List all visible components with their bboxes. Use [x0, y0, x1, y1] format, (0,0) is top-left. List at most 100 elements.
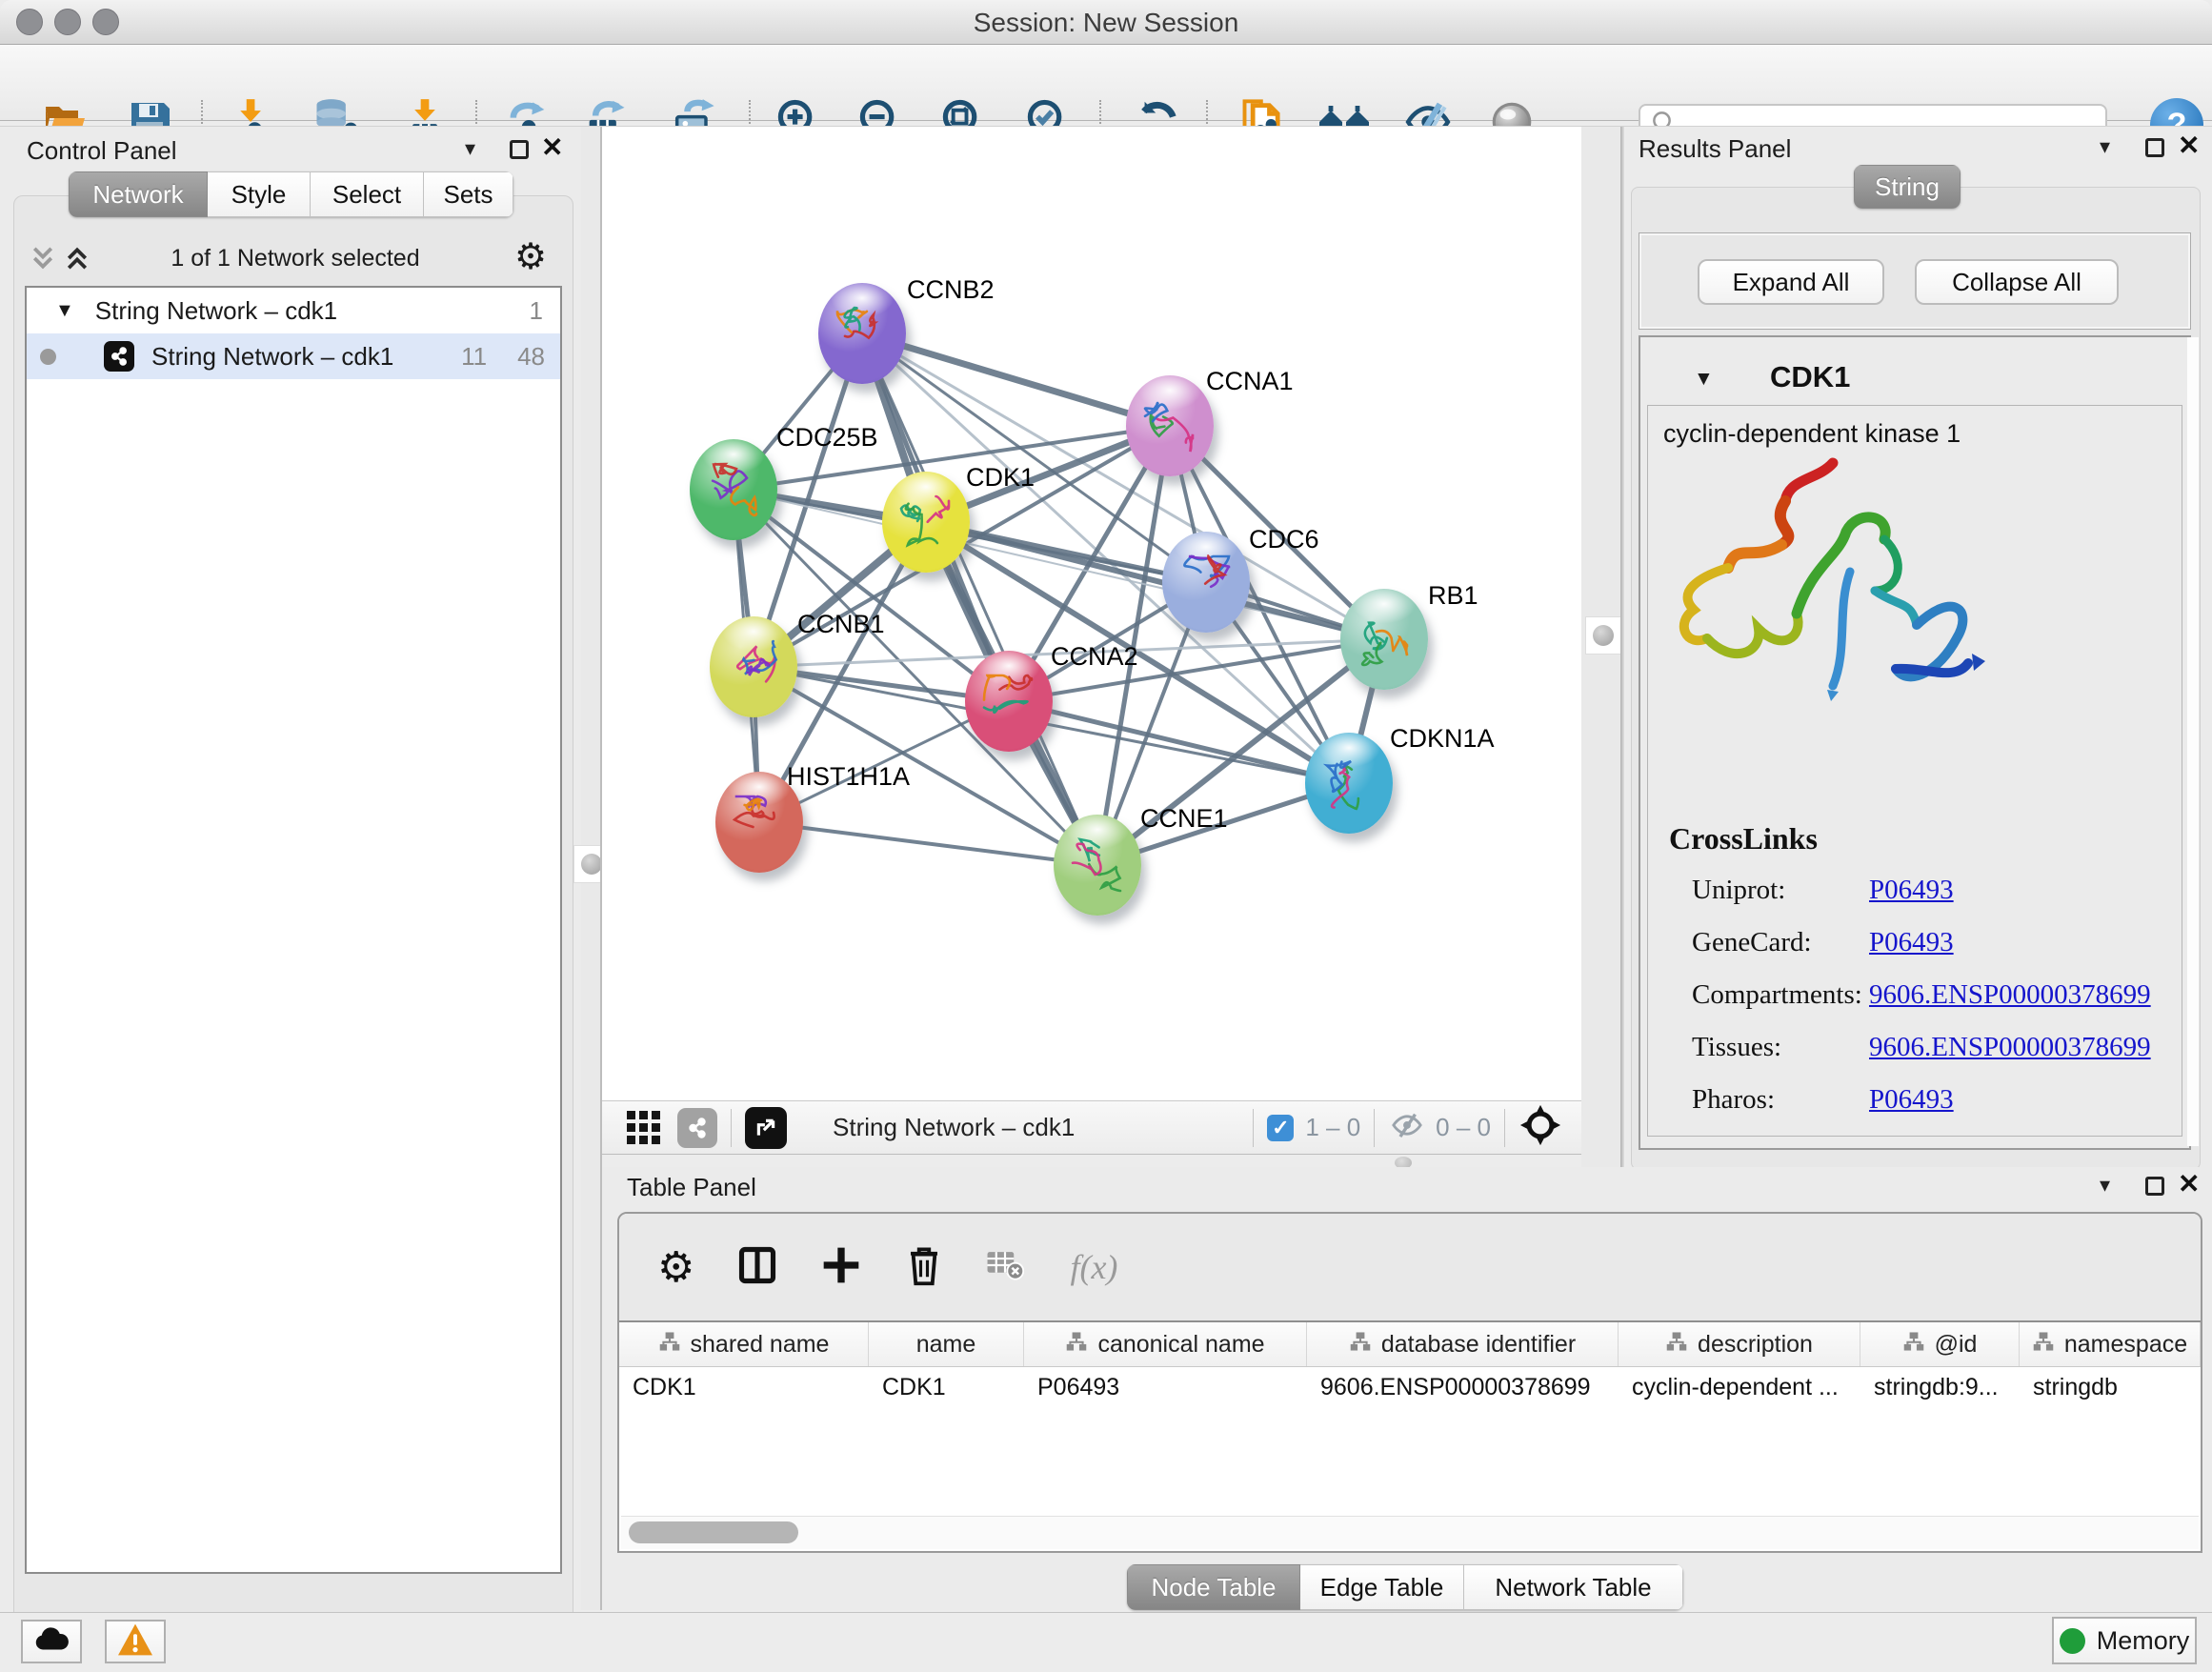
- string-network-icon: [104, 341, 134, 372]
- gene-description: cyclin-dependent kinase 1: [1663, 419, 1961, 449]
- column-header[interactable]: description: [1619, 1322, 1860, 1366]
- table-hscrollbar-thumb[interactable]: [629, 1521, 798, 1543]
- table-gear-icon[interactable]: ⚙: [657, 1243, 694, 1292]
- detach-view-button[interactable]: [745, 1107, 787, 1149]
- delete-table-icon[interactable]: [986, 1249, 1024, 1286]
- table-cell[interactable]: stringdb:9...: [1860, 1367, 2020, 1407]
- table-rows: CDK1CDK1P064939606.ENSP00000378699cyclin…: [619, 1367, 2201, 1407]
- column-header[interactable]: name: [869, 1322, 1024, 1366]
- expand-all-networks-icon[interactable]: [63, 243, 91, 278]
- crosslink-link[interactable]: P06493: [1869, 1084, 1954, 1116]
- tree-expand-icon[interactable]: ▼: [55, 300, 74, 322]
- grid-view-icon[interactable]: [627, 1111, 660, 1144]
- network-options-gear-icon[interactable]: ⚙: [514, 235, 547, 278]
- column-header[interactable]: canonical name: [1024, 1322, 1307, 1366]
- share-view-icon[interactable]: [677, 1108, 717, 1148]
- tab-sets[interactable]: Sets: [424, 171, 513, 217]
- tab-string[interactable]: String: [1854, 165, 1961, 209]
- table-cell[interactable]: cyclin-dependent ...: [1619, 1367, 1860, 1407]
- table-row[interactable]: CDK1CDK1P064939606.ENSP00000378699cyclin…: [619, 1367, 2201, 1407]
- protein-structure-thumb: [1357, 612, 1411, 671]
- column-header[interactable]: namespace: [2020, 1322, 2201, 1366]
- show-columns-icon[interactable]: [736, 1244, 778, 1291]
- network-edge[interactable]: [862, 333, 1170, 426]
- table-panel-close-icon[interactable]: ✕: [2178, 1173, 2200, 1196]
- expand-all-button[interactable]: Expand All: [1698, 259, 1884, 305]
- control-panel-menu-icon[interactable]: ▾: [465, 138, 475, 159]
- protein-structure-image: [1669, 450, 1993, 735]
- network-node-ccne1[interactable]: [1054, 815, 1141, 916]
- table-panel-float-icon[interactable]: [2145, 1177, 2164, 1196]
- tab-network-table[interactable]: Network Table: [1464, 1564, 1683, 1610]
- network-node-cdc6[interactable]: [1162, 532, 1250, 633]
- network-canvas[interactable]: CCNB2CCNA1CDC25BCDK1CDC6RB1CCNB1CCNA2CDK…: [602, 127, 1581, 1100]
- table-cell[interactable]: P06493: [1024, 1367, 1307, 1407]
- results-scrollbar-track[interactable]: [2187, 337, 2199, 1146]
- column-type-icon: [658, 1331, 681, 1359]
- node-label-ccnb2: CCNB2: [907, 275, 995, 305]
- memory-button[interactable]: Memory: [2052, 1617, 2197, 1664]
- column-header[interactable]: shared name: [619, 1322, 869, 1366]
- network-node-ccna2[interactable]: [965, 651, 1053, 752]
- collapse-all-networks-icon[interactable]: [29, 243, 57, 278]
- network-node-cdc25b[interactable]: [690, 439, 777, 540]
- status-bar: [0, 1612, 2212, 1672]
- control-panel-float-icon[interactable]: [510, 140, 529, 159]
- control-panel-close-icon[interactable]: ✕: [541, 136, 563, 159]
- hidden-eye-slash-icon[interactable]: [1388, 1109, 1426, 1146]
- right-splitter-handle[interactable]: [1585, 616, 1621, 655]
- network-node-ccna1[interactable]: [1126, 375, 1214, 476]
- results-panel-close-icon[interactable]: ✕: [2178, 134, 2200, 157]
- table-cell[interactable]: 9606.ENSP00000378699: [1307, 1367, 1619, 1407]
- control-panel: Control Panel ▾ ✕ Network Style Select S…: [0, 127, 581, 1610]
- table-cell[interactable]: CDK1: [869, 1367, 1024, 1407]
- table-hscrollbar[interactable]: [621, 1516, 2199, 1549]
- selected-checkbox[interactable]: ✓: [1267, 1115, 1294, 1141]
- crosslink-link[interactable]: 9606.ENSP00000378699: [1869, 1032, 2151, 1063]
- column-type-icon: [1665, 1331, 1688, 1359]
- cloud-status-button[interactable]: [21, 1620, 82, 1663]
- gene-collapse-icon[interactable]: ▼: [1694, 368, 1714, 391]
- network-node-cdkn1a[interactable]: [1305, 733, 1393, 834]
- node-label-cdc6: CDC6: [1249, 525, 1319, 554]
- tab-style[interactable]: Style: [208, 171, 311, 217]
- delete-column-icon[interactable]: [904, 1243, 944, 1292]
- column-header-label: namespace: [2064, 1331, 2187, 1359]
- crosslink-link[interactable]: P06493: [1869, 875, 1954, 906]
- table-cell[interactable]: stringdb: [2020, 1367, 2201, 1407]
- add-column-icon[interactable]: [820, 1244, 862, 1291]
- function-builder-button[interactable]: f(x): [1070, 1247, 1117, 1287]
- edge-count: 48: [517, 342, 545, 372]
- network-node-ccnb1[interactable]: [710, 616, 797, 717]
- right-divider-line: [1620, 127, 1624, 1167]
- tab-edge-table[interactable]: Edge Table: [1300, 1564, 1464, 1610]
- network-collection-row[interactable]: ▼ String Network – cdk1 1: [27, 288, 560, 333]
- tab-node-table[interactable]: Node Table: [1127, 1564, 1300, 1610]
- column-header[interactable]: database identifier: [1307, 1322, 1619, 1366]
- tab-network[interactable]: Network: [69, 171, 208, 217]
- table-panel-menu-icon[interactable]: ▾: [2100, 1175, 2110, 1196]
- network-row[interactable]: String Network – cdk1 11 48: [27, 333, 560, 379]
- network-collection-label: String Network – cdk1: [95, 296, 337, 326]
- column-header-label: canonical name: [1097, 1331, 1264, 1359]
- network-node-ccnb2[interactable]: [818, 283, 906, 384]
- warning-status-button[interactable]: [105, 1620, 166, 1663]
- collapse-all-button[interactable]: Collapse All: [1915, 259, 2119, 305]
- column-header-label: name: [916, 1331, 976, 1359]
- birdseye-crosshair-icon[interactable]: [1518, 1103, 1562, 1152]
- node-label-cdkn1a: CDKN1A: [1390, 724, 1495, 754]
- network-node-cdk1[interactable]: [882, 472, 970, 573]
- results-panel-float-icon[interactable]: [2145, 138, 2164, 157]
- crosslink-link[interactable]: 9606.ENSP00000378699: [1869, 979, 2151, 1011]
- network-node-rb1[interactable]: [1340, 589, 1428, 690]
- table-cell[interactable]: CDK1: [619, 1367, 869, 1407]
- network-edge[interactable]: [759, 822, 1097, 865]
- results-panel-menu-icon[interactable]: ▾: [2100, 136, 2110, 157]
- tab-select[interactable]: Select: [311, 171, 424, 217]
- protein-structure-thumb: [1071, 837, 1124, 896]
- crosslink-label: Tissues:: [1692, 1032, 1781, 1063]
- crosslink-link[interactable]: P06493: [1869, 927, 1954, 958]
- column-header[interactable]: @id: [1860, 1322, 2020, 1366]
- toolbar-separator: [1504, 1109, 1505, 1147]
- selected-count: 1 – 0: [1305, 1113, 1360, 1142]
